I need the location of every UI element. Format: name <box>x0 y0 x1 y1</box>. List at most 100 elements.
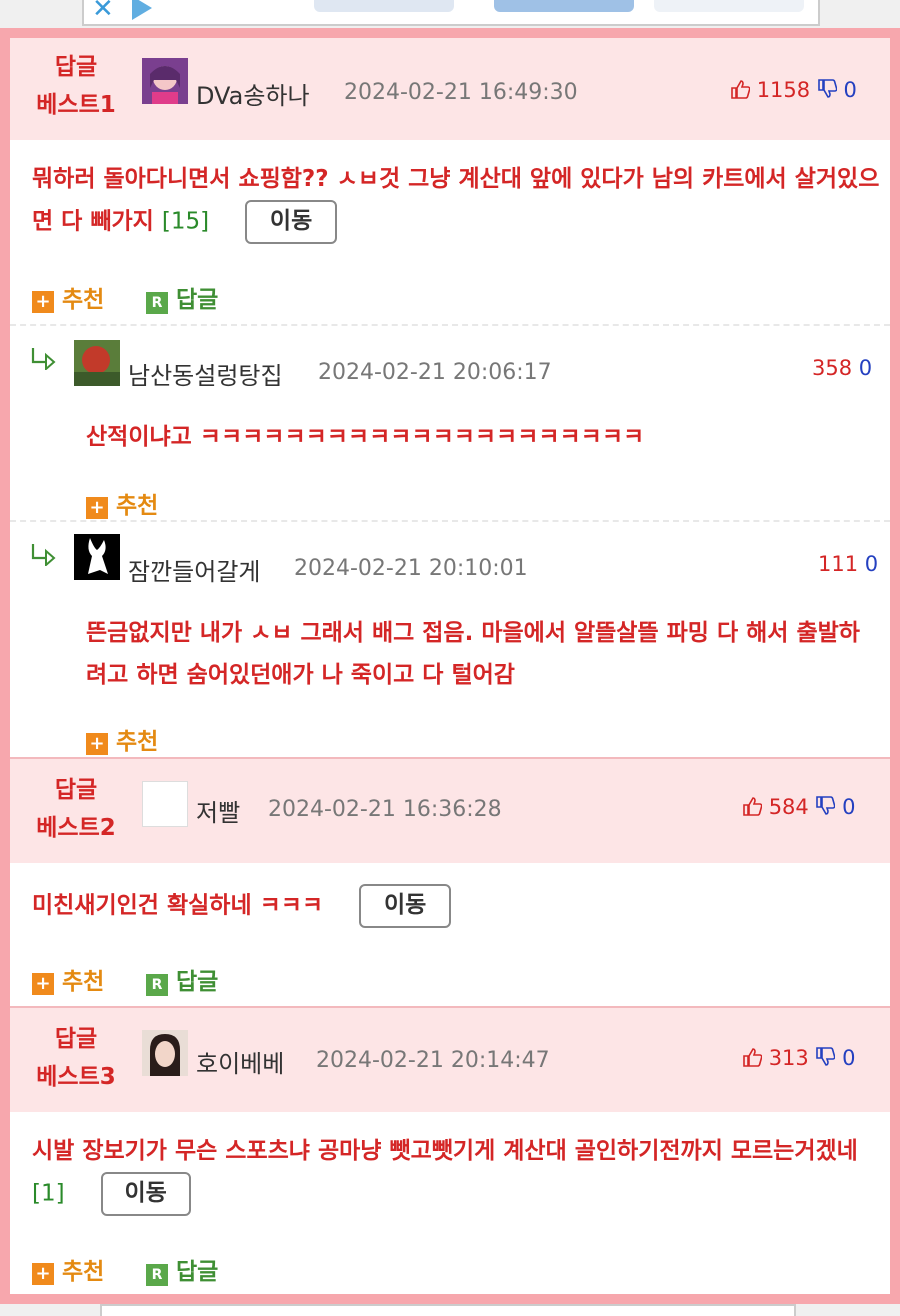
best-label: 답글 베스트3 <box>28 1020 124 1096</box>
recommend-label: 추천 <box>116 493 159 519</box>
recommend-label: 추천 <box>62 287 105 313</box>
reply-button[interactable]: R 답글 <box>146 1252 218 1286</box>
reply-button[interactable]: R 답글 <box>146 962 218 996</box>
recommend-button[interactable]: + 추천 <box>32 962 104 996</box>
reply-label: 답글 <box>176 287 219 313</box>
comment-body: 미친새기인건 확실하네 ㅋㅋㅋ <box>32 892 324 919</box>
best-comments-inner: 답글 베스트1 DVa송하나 2024-02-21 16:49:30 1158 … <box>10 38 890 1294</box>
avatar[interactable] <box>74 534 120 580</box>
avatar[interactable] <box>74 340 120 386</box>
avatar[interactable] <box>142 781 188 827</box>
reply-count[interactable]: [15] <box>162 209 209 235</box>
reply-button[interactable]: R 답글 <box>146 280 218 314</box>
reply-timestamp: 2024-02-21 20:10:01 <box>294 556 528 581</box>
plus-icon: + <box>86 733 108 755</box>
best-label-rank: 베스트2 <box>36 815 116 841</box>
ad-close-icon[interactable]: ✕ <box>92 0 114 24</box>
best-label-line1: 답글 <box>54 54 98 80</box>
thumbs-down-icon[interactable] <box>815 795 836 819</box>
timestamp: 2024-02-21 16:36:28 <box>268 797 502 822</box>
nickname[interactable]: 호이베베 <box>196 1044 284 1079</box>
downvote-count: 0 <box>842 1046 856 1070</box>
nickname[interactable]: DVa송하나 <box>196 76 310 111</box>
reply-vote-counts: 111 0 <box>818 552 878 576</box>
best-label-rank: 베스트1 <box>36 92 116 118</box>
vote-counts: 313 0 <box>742 1046 856 1070</box>
recommend-button[interactable]: + 추천 <box>86 722 158 756</box>
reply-downvote-count: 0 <box>858 356 873 380</box>
downvote-count: 0 <box>843 78 857 102</box>
thumbs-up-icon[interactable] <box>742 795 762 819</box>
best-label-rank: 베스트3 <box>36 1064 116 1090</box>
best-comment-header: 답글 베스트3 호이베베 2024-02-21 20:14:47 313 0 <box>10 1008 890 1112</box>
reply-arrow-icon <box>30 542 60 568</box>
comment-text: 시발 장보기가 무슨 스포츠냐 공마냥 뺏고뺏기게 계산대 골인하기전까지 모르… <box>32 1130 882 1216</box>
reply-nickname[interactable]: 잠깐들어갈게 <box>128 552 260 587</box>
upvote-count: 313 <box>768 1046 809 1070</box>
recommend-button[interactable]: + 추천 <box>32 1252 104 1286</box>
best-comments-box: 답글 베스트1 DVa송하나 2024-02-21 16:49:30 1158 … <box>0 28 900 1304</box>
vote-counts: 584 0 <box>742 795 856 819</box>
reply-r-icon: R <box>146 974 168 996</box>
reply-text: 뜬금없지만 내가 ㅅㅂ 그래서 배그 접음. 마을에서 알뜰살뜰 파밍 다 해서… <box>86 620 860 688</box>
ad-image[interactable] <box>494 0 634 12</box>
upvote-count: 1158 <box>756 78 811 102</box>
recommend-label: 추천 <box>116 729 159 755</box>
ad-image[interactable] <box>654 0 804 12</box>
reply-r-icon: R <box>146 292 168 314</box>
reply-label: 답글 <box>176 969 219 995</box>
reply-vote-counts: 358 0 <box>812 356 872 380</box>
recommend-label: 추천 <box>62 1259 105 1285</box>
reply-count[interactable]: [1] <box>32 1181 65 1207</box>
thumbs-down-icon[interactable] <box>817 78 837 102</box>
thumbs-up-icon[interactable] <box>730 78 750 102</box>
plus-icon: + <box>86 497 108 519</box>
nickname[interactable]: 저빨 <box>196 793 240 828</box>
move-button[interactable]: 이동 <box>359 884 452 928</box>
comment-body: 뭐하러 돌아다니면서 쇼핑함?? ㅅㅂ것 그냥 계산대 앞에 있다가 남의 카트… <box>32 166 880 235</box>
avatar[interactable] <box>142 1030 188 1076</box>
recommend-button[interactable]: + 추천 <box>86 486 158 520</box>
best-comment-header: 답글 베스트1 DVa송하나 2024-02-21 16:49:30 1158 … <box>10 38 890 140</box>
ad-image[interactable] <box>314 0 454 12</box>
vote-counts: 1158 0 <box>730 78 857 102</box>
reply-timestamp: 2024-02-21 20:06:17 <box>318 360 552 385</box>
best-label: 답글 베스트1 <box>28 48 124 124</box>
plus-icon: + <box>32 1263 54 1285</box>
comment-text: 미친새기인건 확실하네 ㅋㅋㅋ 이동 <box>32 884 882 928</box>
bottom-ad-banner[interactable] <box>100 1304 796 1316</box>
ad-choices-icon[interactable] <box>132 0 152 20</box>
thumbs-up-icon[interactable] <box>742 1046 762 1070</box>
best-label: 답글 베스트2 <box>28 771 124 847</box>
reply-arrow-icon <box>30 346 60 372</box>
move-button[interactable]: 이동 <box>100 1172 191 1216</box>
reply-nickname[interactable]: 남산동설렁탕집 <box>128 356 283 391</box>
divider <box>10 520 890 522</box>
reply-label: 답글 <box>176 1259 219 1285</box>
recommend-label: 추천 <box>62 969 105 995</box>
best-label-line1: 답글 <box>54 1026 98 1052</box>
divider <box>10 324 890 326</box>
plus-icon: + <box>32 291 54 313</box>
comment-text: 뭐하러 돌아다니면서 쇼핑함?? ㅅㅂ것 그냥 계산대 앞에 있다가 남의 카트… <box>32 158 882 244</box>
timestamp: 2024-02-21 16:49:30 <box>344 80 578 105</box>
reply-text: 산적이냐고 ㅋㅋㅋㅋㅋㅋㅋㅋㅋㅋㅋㅋㅋㅋㅋㅋㅋㅋㅋㅋㅋ <box>86 424 645 450</box>
reply-upvote-count: 111 <box>818 552 859 576</box>
recommend-button[interactable]: + 추천 <box>32 280 104 314</box>
comment-body: 시발 장보기가 무슨 스포츠냐 공마냥 뺏고뺏기게 계산대 골인하기전까지 모르… <box>32 1138 858 1164</box>
reply-upvote-count: 358 <box>812 356 853 380</box>
plus-icon: + <box>32 973 54 995</box>
top-ad-banner[interactable]: ✕ <box>82 0 820 26</box>
blurry-photo-avatar-icon <box>74 340 120 386</box>
portrait-avatar-icon <box>142 1030 188 1076</box>
downvote-count: 0 <box>842 795 856 819</box>
thumbs-down-icon[interactable] <box>815 1046 836 1070</box>
avatar[interactable] <box>142 58 188 104</box>
upvote-count: 584 <box>768 795 809 819</box>
best-label-line1: 답글 <box>54 777 98 803</box>
reply-r-icon: R <box>146 1264 168 1286</box>
bunny-logo-avatar-icon <box>74 534 120 580</box>
reply-downvote-count: 0 <box>864 552 879 576</box>
move-button[interactable]: 이동 <box>245 200 338 244</box>
best-comment-header: 답글 베스트2 저빨 2024-02-21 16:36:28 584 0 <box>10 759 890 863</box>
